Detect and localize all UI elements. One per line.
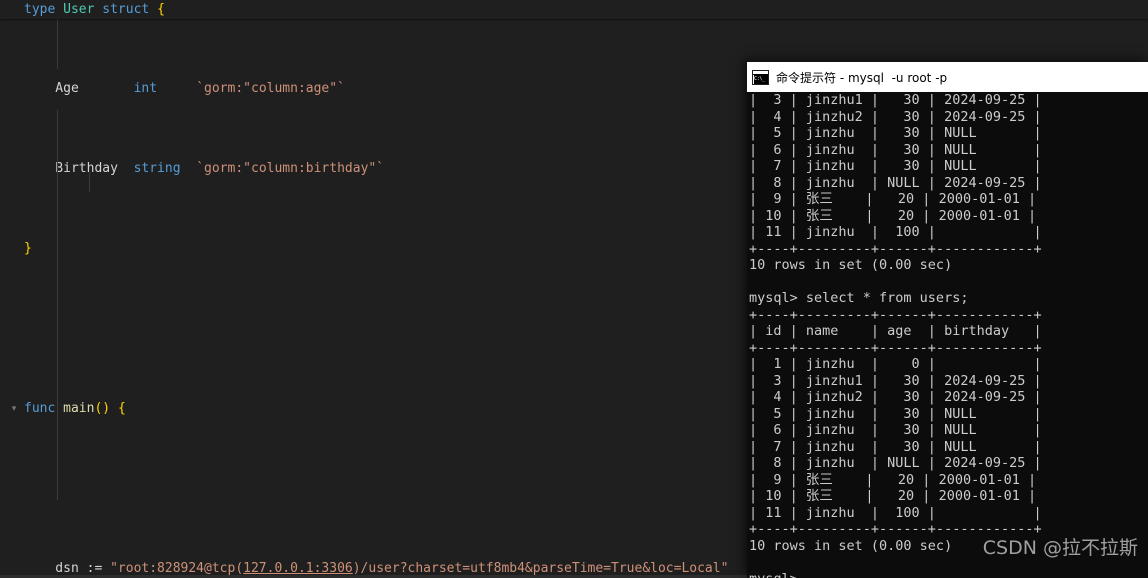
terminal-line: | 3 | jinzhu1 | 30 | 2024-09-25 | xyxy=(749,372,1042,389)
terminal-title-bar[interactable]: 命令提示符 - mysql -u root -p xyxy=(747,62,1148,92)
terminal-line: | 7 | jinzhu | 30 | NULL | xyxy=(749,438,1042,455)
terminal-title-text: 命令提示符 - mysql -u root -p xyxy=(776,70,948,85)
sticky-scroll-header[interactable]: type User struct { xyxy=(0,0,1148,19)
terminal-line: | 10 | 张三 | 20 | 2000-01-01 | xyxy=(749,207,1037,224)
terminal-line: | 11 | jinzhu | 100 | | xyxy=(749,224,1042,240)
terminal-output[interactable]: | 3 | jinzhu1 | 30 | 2024-09-25 | | 4 | j… xyxy=(747,92,1148,578)
terminal-line: | id | name | age | birthday | xyxy=(749,323,1042,339)
terminal-line: | 7 | jinzhu | 30 | NULL | xyxy=(749,158,1042,174)
terminal-line: | 1 | jinzhu | 0 | | xyxy=(749,356,1042,372)
indent-guide xyxy=(57,110,58,500)
terminal-line: 10 rows in set (0.00 sec) xyxy=(749,257,953,273)
terminal-line: +----+---------+------+------------+ xyxy=(749,306,1042,323)
terminal-line: +----+---------+------+------------+ xyxy=(749,240,1042,257)
terminal-line: | 4 | jinzhu2 | 30 | 2024-09-25 | xyxy=(749,389,1042,405)
terminal-line: | 8 | jinzhu | NULL | 2024-09-25 | xyxy=(749,455,1042,471)
console-window-icon xyxy=(752,69,769,85)
terminal-line: mysql> xyxy=(749,571,1148,578)
terminal-line: | 10 | 张三 | 20 | 2000-01-01 | xyxy=(749,488,1037,504)
terminal-line: | 9 | 张三 | 20 | 2000-01-01 | xyxy=(749,471,1037,488)
terminal-line: +----+---------+------+------------+ xyxy=(749,339,1042,356)
terminal-line: | 4 | jinzhu2 | 30 | 2024-09-25 | xyxy=(749,108,1042,125)
terminal-line: | 6 | jinzhu | 30 | NULL | xyxy=(749,422,1042,438)
terminal-line: | 8 | jinzhu | NULL | 2024-09-25 | xyxy=(749,174,1042,191)
terminal-line: | 5 | jinzhu | 30 | NULL | xyxy=(749,125,1042,141)
csdn-watermark: CSDN @拉不拉斯 xyxy=(982,537,1138,559)
terminal-line: | 5 | jinzhu | 30 | NULL | xyxy=(749,405,1042,422)
indent-guide xyxy=(89,172,90,192)
terminal-line: mysql> select * from users; xyxy=(749,290,969,306)
terminal-line: | 6 | jinzhu | 30 | NULL | xyxy=(749,141,1042,158)
terminal-line: | 11 | jinzhu | 100 | | xyxy=(749,504,1042,521)
indent-guide xyxy=(57,19,58,69)
fold-arrow-icon[interactable]: ▾ xyxy=(8,399,20,419)
command-prompt-window[interactable]: 命令提示符 - mysql -u root -p | 3 | jinzhu1 |… xyxy=(747,62,1148,578)
terminal-line: | 3 | jinzhu1 | 30 | 2024-09-25 | xyxy=(749,92,1042,108)
terminal-line: | 9 | 张三 | 20 | 2000-01-01 | xyxy=(749,191,1037,207)
